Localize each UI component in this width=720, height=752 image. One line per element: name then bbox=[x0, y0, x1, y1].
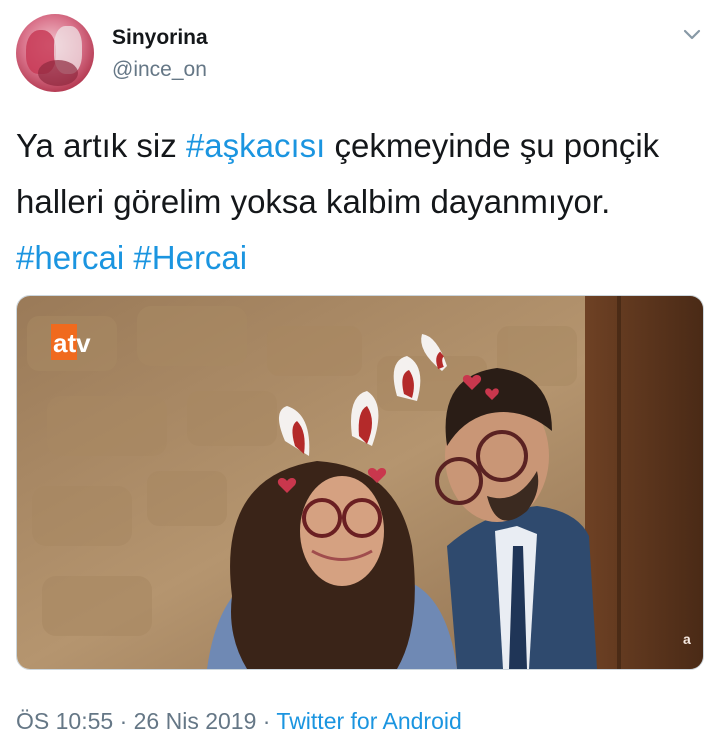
meta-separator: · bbox=[256, 708, 277, 734]
tweet-time[interactable]: ÖS 10:55 bbox=[16, 708, 113, 734]
display-name[interactable]: Sinyorina bbox=[112, 26, 208, 50]
tweet-media-photo[interactable]: atv a bbox=[16, 295, 704, 670]
user-handle[interactable]: @ince_on bbox=[112, 58, 207, 82]
avatar[interactable] bbox=[16, 14, 94, 92]
tweet-text: Ya artık siz #aşkacısı çekmeyinde şu pon… bbox=[16, 118, 696, 286]
tweet-meta: ÖS 10:55 · 26 Nis 2019 · Twitter for And… bbox=[16, 708, 462, 735]
tweet-text-segment: Ya artık siz bbox=[16, 127, 186, 164]
meta-separator: · bbox=[113, 708, 134, 734]
tweet-source-link[interactable]: Twitter for Android bbox=[276, 708, 461, 734]
corner-logo: a bbox=[683, 631, 691, 647]
channel-logo: atv bbox=[53, 328, 91, 358]
photo-illustration: atv a bbox=[17, 296, 703, 669]
tweet-date[interactable]: 26 Nis 2019 bbox=[134, 708, 257, 734]
avatar-shape bbox=[38, 60, 78, 86]
hashtag-link[interactable]: #Hercai bbox=[133, 239, 247, 276]
hashtag-link[interactable]: #hercai bbox=[16, 239, 124, 276]
hashtag-link[interactable]: #aşkacısı bbox=[186, 127, 325, 164]
chevron-down-icon[interactable] bbox=[680, 22, 704, 46]
